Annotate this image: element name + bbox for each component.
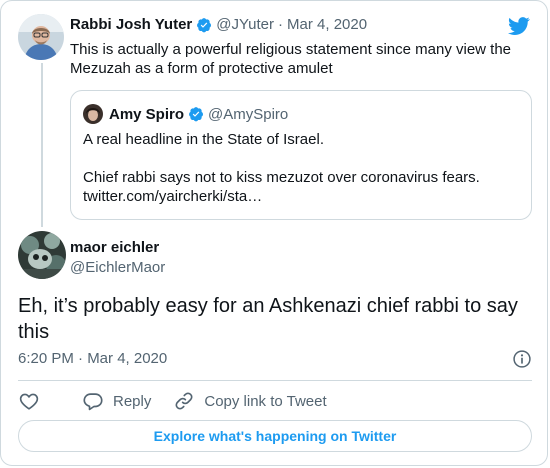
tweet-actions: Reply Copy link to Tweet: [18, 390, 349, 412]
avatar: [83, 104, 103, 124]
copy-link-label: Copy link to Tweet: [204, 392, 327, 410]
reply-label: Reply: [113, 392, 152, 410]
thread-connector: [41, 63, 43, 227]
tweet2-text: Eh, it’s probably easy for an Ashkenazi …: [18, 295, 518, 343]
quoted-line-2: Chief rabbi says not to kiss mezuzot ove…: [83, 169, 480, 186]
author-handle[interactable]: @JYuter: [216, 16, 274, 33]
tweet1-header: Rabbi Josh Yuter @JYuter · Mar 4, 2020: [70, 16, 367, 33]
avatar[interactable]: [18, 231, 66, 279]
heart-icon: [19, 393, 39, 410]
separator-dot: ·: [278, 16, 284, 33]
author-name[interactable]: maor eichler: [70, 239, 159, 256]
quoted-author-name: Amy Spiro: [109, 105, 185, 123]
like-button[interactable]: [18, 390, 40, 412]
tweet-timestamp[interactable]: 6:20 PM · Mar 4, 2020: [18, 350, 167, 367]
tweet-date[interactable]: Mar 4, 2020: [287, 16, 367, 33]
tweet1-text: This is actually a powerful religious st…: [70, 41, 512, 77]
quoted-tweet-header: Amy Spiro @AmySpiro: [83, 104, 288, 124]
quoted-author-handle: @AmySpiro: [208, 105, 289, 123]
quoted-link: twitter.com/yaircherki/sta…: [83, 188, 263, 205]
copy-link-button[interactable]: Copy link to Tweet: [173, 390, 327, 412]
author-handle[interactable]: @EichlerMaor: [70, 259, 165, 276]
verified-badge-icon: [189, 107, 204, 122]
info-icon[interactable]: [512, 349, 532, 369]
quoted-tweet[interactable]: Amy Spiro @AmySpiro A real headline in t…: [70, 90, 532, 220]
reply-icon: [83, 393, 103, 411]
avatar[interactable]: [18, 14, 64, 60]
quoted-line-1: A real headline in the State of Israel.: [83, 131, 324, 148]
twitter-bird-icon[interactable]: [507, 15, 531, 37]
quoted-tweet-text: A real headline in the State of Israel. …: [83, 130, 513, 206]
reply-button[interactable]: Reply: [82, 390, 151, 412]
explore-button[interactable]: Explore what's happening on Twitter: [18, 420, 532, 452]
author-name[interactable]: Rabbi Josh Yuter: [70, 16, 192, 33]
verified-badge-icon: [197, 17, 212, 32]
link-icon: [175, 392, 193, 410]
divider: [18, 380, 532, 381]
embedded-tweet-card: Rabbi Josh Yuter @JYuter · Mar 4, 2020 T…: [0, 0, 548, 466]
